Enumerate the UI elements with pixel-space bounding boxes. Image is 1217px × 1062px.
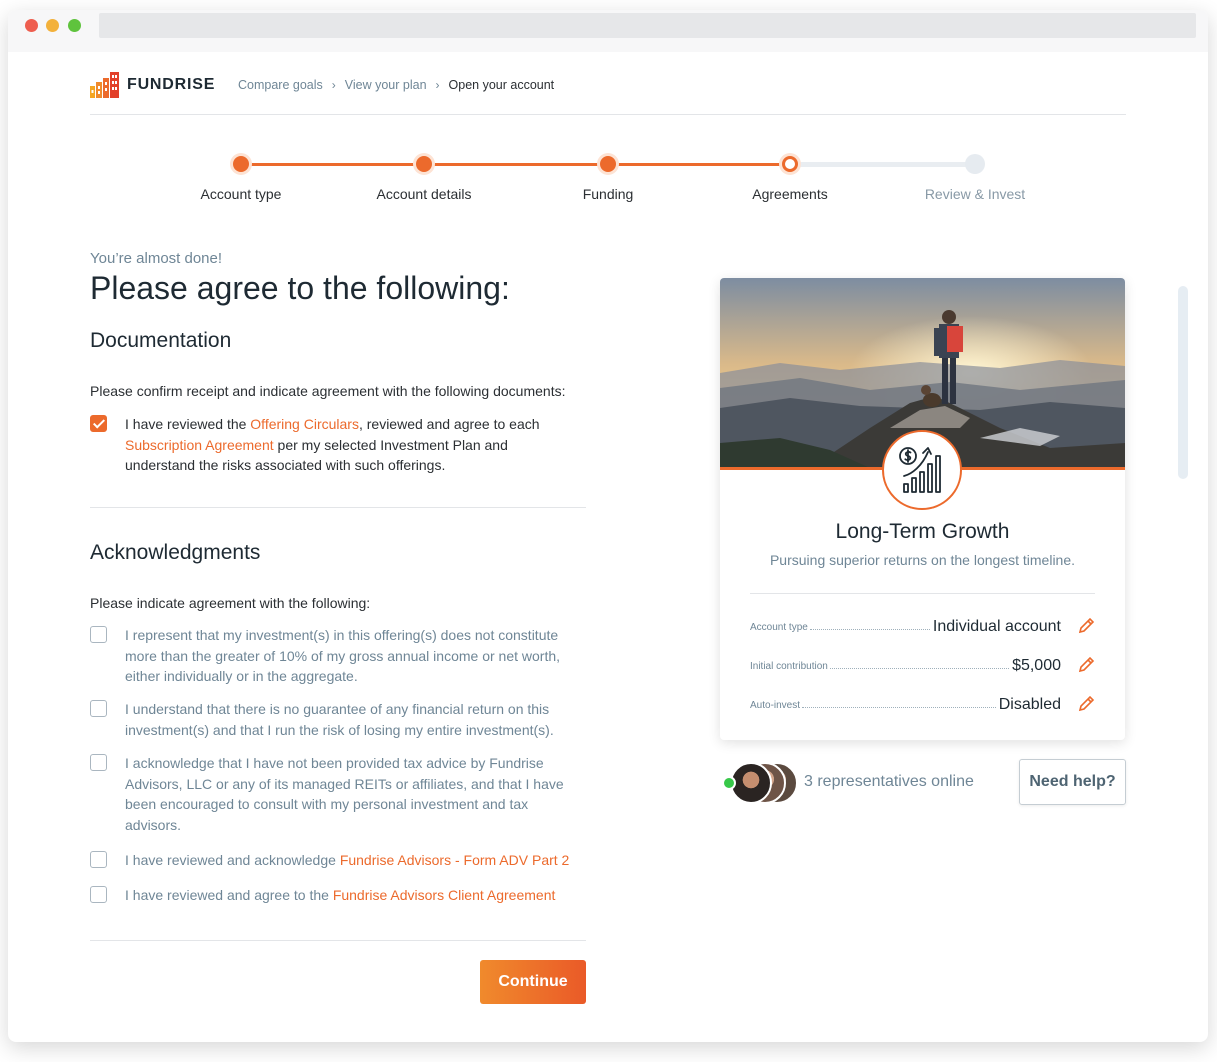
page-eyebrow: You’re almost done! bbox=[90, 250, 223, 267]
agreement-text-part: I have reviewed the bbox=[125, 416, 251, 432]
acknowledgment-text-client-agreement: I have reviewed and agree to the Fundris… bbox=[125, 885, 555, 906]
scrollbar-thumb[interactable] bbox=[1178, 286, 1188, 479]
acknowledgment-text-part: I have reviewed and acknowledge bbox=[125, 852, 340, 868]
detail-auto-invest: Auto-invest Disabled bbox=[750, 692, 1095, 714]
edit-pencil-icon[interactable] bbox=[1077, 695, 1095, 713]
documentation-agreement-row[interactable]: I have reviewed the Offering Circulars, … bbox=[90, 414, 570, 476]
section-divider bbox=[90, 940, 586, 941]
documentation-intro: Please confirm receipt and indicate agre… bbox=[90, 383, 566, 399]
step-dot-funding bbox=[600, 156, 616, 172]
agreement-text-part: , reviewed and agree to each bbox=[358, 416, 540, 432]
acknowledgment-checkbox-tax[interactable] bbox=[90, 754, 107, 771]
step-label-review-invest: Review & Invest bbox=[924, 186, 1026, 202]
acknowledgment-row-tax[interactable]: I acknowledge that I have not been provi… bbox=[90, 753, 570, 835]
edit-pencil-icon[interactable] bbox=[1077, 656, 1095, 674]
leader-dots bbox=[802, 707, 996, 708]
documentation-heading: Documentation bbox=[90, 329, 232, 352]
step-label-account-details: Account details bbox=[376, 186, 472, 202]
stepper-track-remaining bbox=[790, 162, 975, 167]
acknowledgment-text-tax: I acknowledge that I have not been provi… bbox=[125, 755, 564, 833]
address-bar[interactable] bbox=[99, 13, 1196, 38]
avatar bbox=[730, 762, 772, 804]
leader-dots bbox=[829, 668, 1010, 669]
breadcrumb: Compare goals › View your plan › Open yo… bbox=[238, 78, 554, 92]
subscription-agreement-link[interactable]: Subscription Agreement bbox=[125, 437, 274, 453]
representatives-online-text: 3 representatives online bbox=[804, 773, 974, 790]
acknowledgment-checkbox-income[interactable] bbox=[90, 626, 107, 643]
minimize-window-dot[interactable] bbox=[46, 19, 59, 32]
edit-pencil-icon[interactable] bbox=[1077, 617, 1095, 635]
browser-chrome bbox=[8, 10, 1208, 52]
plan-summary-card: Long-Term Growth Pursuing superior retur… bbox=[720, 278, 1125, 740]
step-label-funding: Funding bbox=[582, 186, 634, 202]
acknowledgment-text-form-adv: I have reviewed and acknowledge Fundrise… bbox=[125, 850, 569, 871]
acknowledgment-checkbox-form-adv[interactable] bbox=[90, 851, 107, 868]
detail-value: Disabled bbox=[998, 696, 1061, 713]
step-label-account-type: Account type bbox=[200, 186, 282, 202]
acknowledgment-text-part: I have reviewed and agree to the bbox=[125, 887, 333, 903]
plan-title: Long-Term Growth bbox=[835, 520, 1010, 543]
detail-label: Auto-invest bbox=[750, 700, 801, 711]
form-adv-link[interactable]: Fundrise Advisors - Form ADV Part 2 bbox=[340, 852, 570, 868]
detail-account-type: Account type Individual account bbox=[750, 614, 1095, 636]
breadcrumb-compare-goals[interactable]: Compare goals bbox=[238, 78, 323, 92]
continue-button[interactable]: Continue bbox=[480, 960, 586, 1004]
breadcrumb-open-account: Open your account bbox=[448, 78, 555, 92]
documentation-agreement-text: I have reviewed the Offering Circulars, … bbox=[125, 414, 570, 476]
detail-label: Initial contribution bbox=[750, 661, 828, 672]
growth-chart-icon bbox=[882, 430, 962, 510]
progress-stepper: Account type Account details Funding Agr… bbox=[8, 150, 1208, 220]
acknowledgment-checkbox-client-agreement[interactable] bbox=[90, 886, 107, 903]
acknowledgment-row-risk[interactable]: I understand that there is no guarantee … bbox=[90, 699, 570, 740]
chevron-right-icon: › bbox=[435, 78, 440, 92]
header-divider bbox=[90, 114, 1126, 115]
step-dot-account-details bbox=[416, 156, 432, 172]
breadcrumb-view-plan[interactable]: View your plan bbox=[345, 78, 427, 92]
fundrise-logo[interactable]: FUNDRISE bbox=[90, 72, 215, 98]
step-dot-account-type bbox=[233, 156, 249, 172]
step-dot-agreements bbox=[782, 156, 798, 172]
close-window-dot[interactable] bbox=[25, 19, 38, 32]
acknowledgment-text-risk: I understand that there is no guarantee … bbox=[125, 701, 554, 738]
maximize-window-dot[interactable] bbox=[68, 19, 81, 32]
acknowledgment-row-client-agreement[interactable]: I have reviewed and agree to the Fundris… bbox=[90, 885, 570, 906]
detail-label: Account type bbox=[750, 622, 808, 633]
section-divider bbox=[90, 507, 586, 508]
documentation-checkbox[interactable] bbox=[90, 415, 107, 432]
detail-initial-contribution: Initial contribution $5,000 bbox=[750, 653, 1095, 675]
logo-wordmark: FUNDRISE bbox=[127, 76, 216, 93]
offering-circulars-link[interactable]: Offering Circulars bbox=[250, 416, 359, 432]
acknowledgment-row-form-adv[interactable]: I have reviewed and acknowledge Fundrise… bbox=[90, 850, 570, 871]
leader-dots bbox=[809, 629, 930, 630]
acknowledgments-intro: Please indicate agreement with the follo… bbox=[90, 595, 371, 611]
stepper-track-complete bbox=[240, 163, 790, 166]
acknowledgment-checkbox-risk[interactable] bbox=[90, 700, 107, 717]
detail-value: $5,000 bbox=[1012, 657, 1061, 674]
browser-window: FUNDRISE Compare goals › View your plan … bbox=[8, 10, 1208, 1042]
buildings-logo-icon bbox=[90, 72, 119, 98]
acknowledgment-text-income: I represent that my investment(s) in thi… bbox=[125, 627, 561, 684]
acknowledgments-heading: Acknowledgments bbox=[90, 541, 261, 564]
page-title: Please agree to the following: bbox=[90, 270, 510, 306]
need-help-button[interactable]: Need help? bbox=[1019, 759, 1126, 805]
plan-subtitle: Pursuing superior returns on the longest… bbox=[769, 552, 1076, 568]
online-status-icon bbox=[722, 776, 736, 790]
card-divider bbox=[750, 593, 1095, 594]
client-agreement-link[interactable]: Fundrise Advisors Client Agreement bbox=[333, 887, 556, 903]
step-dot-review-invest bbox=[965, 154, 985, 174]
representative-avatars bbox=[722, 762, 802, 804]
step-label-agreements: Agreements bbox=[752, 186, 828, 202]
acknowledgment-row-income[interactable]: I represent that my investment(s) in thi… bbox=[90, 625, 570, 687]
chevron-right-icon: › bbox=[331, 78, 336, 92]
detail-value: Individual account bbox=[932, 618, 1061, 635]
